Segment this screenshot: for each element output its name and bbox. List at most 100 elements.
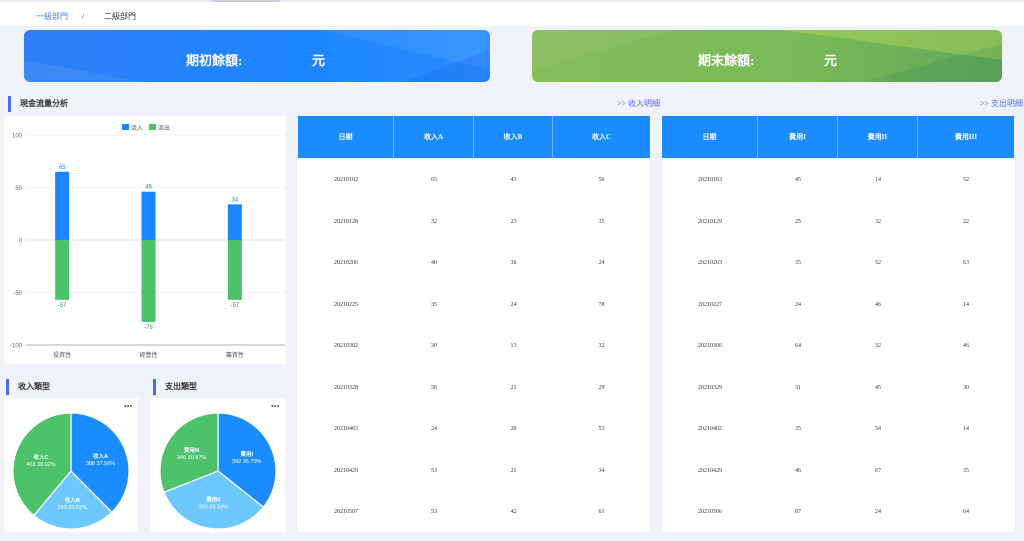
table-cell: 56 — [598, 177, 605, 183]
opening-balance-unit: 元 — [312, 53, 326, 68]
table-cell: 32 — [598, 343, 605, 349]
table-cell: 22 — [963, 218, 969, 225]
table-cell: 20210227 — [698, 301, 722, 308]
outflow-bar[interactable] — [141, 240, 156, 322]
pie-slice-value: 366 33.33% — [199, 505, 228, 511]
table-cell: 20210302 — [334, 343, 358, 349]
income-pie-card: ••• 收入A 388 37.56% 收入B 243 23.52% 收入C 402 38.… — [4, 398, 138, 532]
ellipsis-icon[interactable]: ••• — [271, 403, 279, 411]
table-cell: 20210507 — [334, 509, 358, 515]
breadcrumb-separator: / — [82, 12, 85, 21]
bar-value-label: -57 — [58, 303, 67, 309]
table-cell: 24 — [431, 426, 437, 432]
inflow-bar[interactable] — [227, 204, 242, 240]
closing-balance-unit: 元 — [824, 53, 838, 68]
table-cell: 87 — [795, 509, 801, 515]
table-cell: 53 — [598, 426, 605, 432]
y-tick-label: -100 — [10, 344, 23, 350]
table-cell: 20210429 — [698, 467, 722, 474]
table-cell: 20210429 — [334, 467, 358, 474]
expense-table-header: 日期 費用I 費用II 費用III — [662, 116, 1014, 158]
banner-decoration — [24, 30, 490, 82]
column-header[interactable]: 費用II — [838, 116, 918, 158]
table-cell: 78 — [598, 301, 605, 308]
table-cell: 52 — [875, 260, 881, 266]
y-tick-label: 100 — [12, 134, 23, 140]
column-header[interactable]: 日期 — [662, 116, 758, 158]
table-cell: 40 — [431, 260, 437, 266]
cashflow-chart-card: 流入 流出 100 50 0 -50 -100 65 -57 投資性 46 -78 經營性 34 -57 籌資… — [4, 116, 285, 364]
income-detail-link[interactable]: >> 收入明細 — [617, 99, 660, 109]
table-cell: 56 — [431, 384, 437, 391]
legend-outflow-label: 流出 — [158, 124, 170, 132]
y-tick-label: -50 — [13, 291, 22, 297]
table-cell: 32 — [875, 218, 881, 225]
table-cell: 67 — [875, 467, 881, 474]
expense-detail-link[interactable]: >> 支出明細 — [980, 99, 1023, 109]
bar-value-label: -57 — [230, 303, 239, 309]
income-table: 日期 收入A 收入B 收入C 20210102 65 43 56 20210128 32 23 35… — [298, 116, 650, 532]
table-cell: 20210128 — [334, 218, 358, 225]
outflow-bar[interactable] — [55, 240, 70, 300]
column-header[interactable]: 收入C — [553, 116, 650, 158]
column-header[interactable]: 費用I — [758, 116, 838, 158]
expense-pie-card: ••• 費用I 392 35.70% 費用II 366 33.33% 費用III 340 … — [151, 398, 285, 532]
breadcrumb: 一級部門 / 二級部門 — [0, 0, 1024, 26]
table-cell: 13 — [510, 343, 517, 349]
table-cell: 20210306 — [698, 343, 722, 349]
table-cell: 24 — [598, 260, 605, 266]
legend-inflow-swatch — [122, 124, 129, 130]
table-cell: 14 — [963, 426, 969, 432]
pie-slice-label: 收入A — [93, 452, 108, 460]
y-tick-label: 0 — [19, 239, 23, 245]
table-cell: 31 — [795, 384, 801, 391]
table-cell: 20210506 — [698, 509, 722, 515]
outflow-bar[interactable] — [227, 240, 242, 300]
table-cell: 20210329 — [698, 384, 722, 391]
table-cell: 35 — [431, 301, 437, 308]
table-cell: 43 — [510, 177, 517, 183]
cashflow-title: 現金流量分析 — [8, 96, 68, 112]
table-cell: 20210328 — [334, 384, 358, 391]
table-cell: 23 — [510, 218, 517, 225]
pie-slice-value: 402 38.92% — [26, 462, 55, 468]
opening-balance-banner: 期初餘額: 元 — [24, 30, 490, 82]
column-header[interactable]: 收入A — [394, 116, 474, 158]
column-header[interactable]: 日期 — [298, 116, 394, 158]
pie-slice-value: 243 23.52% — [58, 505, 87, 511]
table-cell: 30 — [963, 384, 969, 391]
table-cell: 65 — [431, 177, 437, 183]
pie-slice-label: 收入C — [34, 453, 49, 461]
table-cell: 14 — [875, 177, 881, 183]
table-cell: 35 — [795, 260, 801, 266]
pie-slice-label: 費用III — [184, 446, 200, 454]
bar-value-label: 34 — [231, 197, 238, 203]
table-cell: 34 — [598, 467, 605, 474]
bar-value-label: -78 — [144, 325, 153, 331]
column-header[interactable]: 收入B — [474, 116, 553, 158]
table-cell: 35 — [598, 218, 605, 225]
table-cell: 64 — [963, 509, 969, 515]
table-cell: 29 — [598, 384, 605, 391]
ellipsis-icon[interactable]: ••• — [124, 403, 132, 411]
inflow-bar[interactable] — [55, 171, 70, 240]
income-type-title: 收入類型 — [6, 379, 50, 395]
table-cell: 20210206 — [334, 260, 358, 266]
table-cell: 46 — [795, 467, 801, 474]
breadcrumb-level1[interactable]: 一級部門 — [36, 12, 68, 22]
table-cell: 63 — [963, 260, 969, 266]
table-cell: 20210402 — [698, 426, 722, 432]
table-cell: 64 — [795, 343, 801, 349]
y-tick-label: 50 — [15, 186, 22, 192]
table-cell: 30 — [431, 343, 437, 349]
table-cell: 20210103 — [698, 177, 722, 183]
x-tick-label: 籌資性 — [226, 351, 244, 359]
table-cell: 53 — [431, 467, 437, 474]
table-cell: 35 — [963, 467, 969, 474]
expense-pie-chart: 費用I392 35.70% 費用II366 33.33% 費用III340 30.9… — [159, 412, 277, 530]
inflow-bar[interactable] — [141, 191, 156, 240]
column-header[interactable]: 費用III — [918, 116, 1014, 158]
table-cell: 52 — [963, 177, 969, 183]
table-cell: 24 — [510, 301, 517, 308]
closing-balance-banner: 期末餘額: 元 — [532, 30, 1002, 82]
